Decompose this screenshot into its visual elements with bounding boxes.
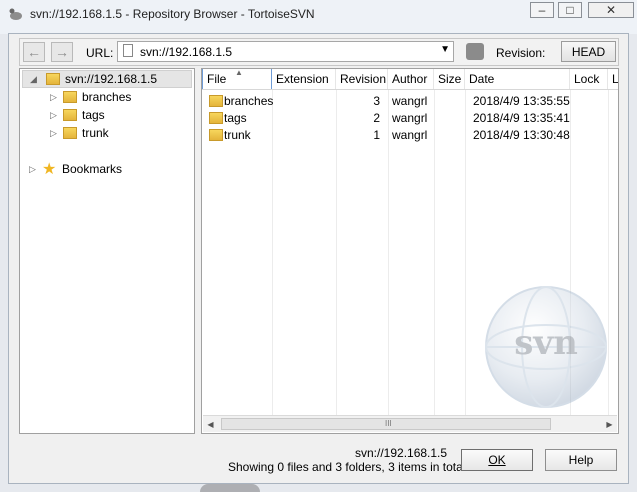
status-url: svn://192.168.1.5 (355, 446, 448, 460)
scroll-left-icon[interactable]: ◀ (203, 417, 218, 431)
column-header-author[interactable]: Author (388, 69, 434, 89)
folder-icon (209, 129, 223, 141)
tree-root-item[interactable]: ◢ svn://192.168.1.5 (22, 70, 192, 88)
help-button[interactable]: Help (545, 449, 617, 471)
repository-tree[interactable]: ◢ svn://192.168.1.5 ▷ branches ▷ tags ▷ … (19, 68, 195, 434)
column-header-revision[interactable]: Revision (336, 69, 388, 89)
tree-item-tags[interactable]: ▷ tags (20, 107, 190, 125)
tree-item-bookmarks[interactable]: ▷ ★ Bookmarks (20, 161, 190, 179)
collapsed-triangle-icon[interactable]: ▷ (50, 92, 57, 103)
url-label: URL: (86, 46, 114, 60)
close-button[interactable]: ✕ (588, 2, 634, 18)
column-header-size[interactable]: Size (434, 69, 465, 89)
back-button[interactable]: ← (23, 42, 45, 62)
tree-item-label: Bookmarks (62, 162, 123, 176)
repository-browser-client-area: ← → URL: svn://192.168.1.5 ▼ Revision: H… (8, 33, 629, 484)
url-input[interactable]: svn://192.168.1.5 (140, 45, 232, 59)
collapsed-triangle-icon[interactable]: ▷ (50, 110, 57, 121)
column-header-date[interactable]: Date (465, 69, 570, 89)
column-header-file[interactable]: ▲ File (202, 69, 272, 89)
cell-file: branches (224, 94, 274, 108)
svn-logo-text: svn (514, 323, 578, 363)
cell-revision: 3 (373, 94, 380, 108)
cell-file: trunk (224, 128, 251, 142)
cell-author: wangrl (392, 94, 428, 108)
star-icon: ★ (42, 161, 57, 178)
url-combobox[interactable]: svn://192.168.1.5 ▼ (117, 41, 454, 62)
ok-button[interactable]: OK (461, 449, 533, 471)
maximize-icon: □ (566, 3, 574, 17)
forward-arrow-icon: → (55, 44, 69, 60)
folder-icon (209, 95, 223, 107)
status-summary: Showing 0 files and 3 folders, 3 items i… (228, 460, 466, 474)
list-row-branches[interactable]: branches 3 wangrl 2018/4/9 13:35:55 (202, 93, 618, 110)
folder-icon (63, 91, 77, 103)
tree-item-trunk[interactable]: ▷ trunk (20, 125, 190, 143)
document-icon (123, 44, 133, 57)
tree-item-label: branches (82, 90, 132, 104)
minimize-button[interactable]: – (530, 2, 554, 18)
revision-label: Revision: (496, 46, 546, 60)
folder-icon (209, 112, 223, 124)
column-header-l[interactable]: L (608, 69, 618, 89)
tree-root-label: svn://192.168.1.5 (65, 72, 158, 86)
url-toolbar: ← → URL: svn://192.168.1.5 ▼ Revision: H… (19, 38, 619, 66)
cell-file: tags (224, 111, 247, 125)
expanded-triangle-icon[interactable]: ◢ (30, 74, 37, 85)
cell-revision: 1 (373, 128, 380, 142)
horizontal-scrollbar[interactable]: ◀ III ▶ (203, 415, 617, 432)
maximize-button[interactable]: □ (558, 2, 582, 18)
svn-globe-logo-icon: svn (485, 286, 607, 408)
collapsed-triangle-icon[interactable]: ▷ (50, 128, 57, 139)
folder-icon (46, 73, 60, 85)
revision-head-button[interactable]: HEAD (561, 41, 616, 62)
column-header-lock[interactable]: Lock (570, 69, 608, 89)
tree-item-branches[interactable]: ▷ branches (20, 89, 190, 107)
folder-icon (63, 109, 77, 121)
title-bar: svn://192.168.1.5 - Repository Browser -… (0, 0, 637, 34)
list-row-tags[interactable]: tags 2 wangrl 2018/4/9 13:35:41 (202, 110, 618, 127)
tree-item-label: tags (82, 108, 105, 122)
sort-ascending-icon: ▲ (235, 68, 243, 77)
cell-author: wangrl (392, 128, 428, 142)
column-header-extension[interactable]: Extension (272, 69, 336, 89)
cell-date: 2018/4/9 13:30:48 (473, 128, 570, 142)
folder-icon (63, 127, 77, 139)
collapsed-triangle-icon[interactable]: ▷ (29, 164, 36, 175)
window-title: svn://192.168.1.5 - Repository Browser -… (30, 7, 315, 21)
cell-date: 2018/4/9 13:35:55 (473, 94, 570, 108)
scroll-right-icon[interactable]: ▶ (602, 417, 617, 431)
background-ghost-shape (200, 484, 260, 492)
close-icon: ✕ (605, 3, 617, 17)
tree-item-label: trunk (82, 126, 109, 140)
cell-date: 2018/4/9 13:35:41 (473, 111, 570, 125)
scroll-thumb[interactable]: III (221, 418, 551, 430)
dropdown-arrow-icon[interactable]: ▼ (440, 44, 450, 55)
back-arrow-icon: ← (27, 44, 41, 60)
tortoisesvn-app-icon (9, 8, 22, 20)
scroll-grip-icon: III (385, 419, 392, 428)
minimize-icon: – (538, 3, 546, 17)
revision-picker-icon[interactable] (466, 43, 484, 60)
list-row-trunk[interactable]: trunk 1 wangrl 2018/4/9 13:30:48 (202, 127, 618, 144)
cell-author: wangrl (392, 111, 428, 125)
forward-button[interactable]: → (51, 42, 73, 62)
list-header: ▲ File Extension Revision Author Size Da… (202, 69, 618, 90)
cell-revision: 2 (373, 111, 380, 125)
